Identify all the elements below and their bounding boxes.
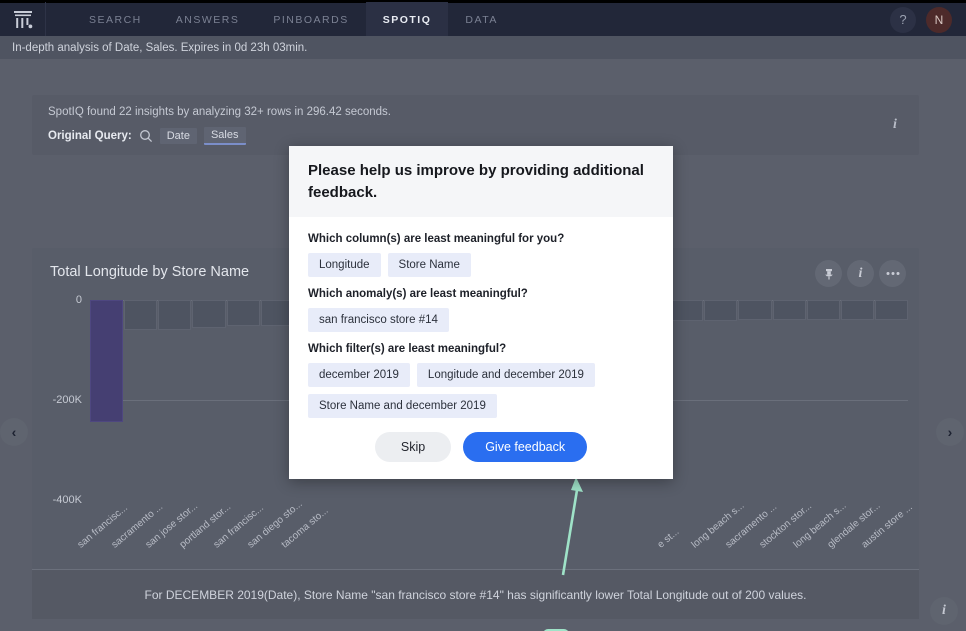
summary-stats-text: SpotIQ found 22 insights by analyzing 32… [48, 106, 903, 118]
feedback-modal-body: Which column(s) are least meaningful for… [289, 217, 673, 418]
option-longitude-and-december-2019[interactable]: Longitude and december 2019 [417, 363, 595, 387]
ellipsis-icon [885, 271, 901, 276]
bar[interactable] [192, 300, 225, 328]
more-options-button[interactable] [879, 260, 906, 287]
info-icon: i [859, 266, 863, 282]
question-columns-options: Longitude Store Name [308, 253, 654, 277]
skip-button[interactable]: Skip [375, 432, 451, 462]
tab-pinboards[interactable]: PINBOARDS [256, 2, 365, 38]
question-filters-label: Which filter(s) are least meaningful? [308, 343, 654, 355]
chart-action-buttons: i [815, 260, 906, 287]
bar[interactable] [158, 300, 191, 330]
bar-column[interactable] [227, 300, 260, 500]
x-axis-label-column [602, 506, 635, 564]
search-icon [139, 129, 153, 143]
bar-column[interactable] [704, 300, 737, 500]
bar[interactable] [738, 300, 771, 320]
ytick-label-400k: -400K [53, 494, 82, 506]
insight-description: For DECEMBER 2019(Date), Store Name "san… [32, 569, 919, 619]
bar[interactable] [704, 300, 737, 321]
help-icon[interactable]: ? [890, 7, 916, 33]
question-filters-options: december 2019 Longitude and december 201… [308, 363, 654, 418]
bar[interactable] [227, 300, 260, 326]
x-axis-label-column: tacoma sto... [295, 506, 328, 564]
bar[interactable] [841, 300, 874, 320]
ytick-label-0: 0 [76, 294, 82, 306]
carousel-prev-button[interactable]: ‹ [0, 418, 28, 446]
bar[interactable] [875, 300, 908, 320]
bar-column[interactable] [807, 300, 840, 500]
pin-icon [822, 267, 836, 281]
nav-tabs: SEARCH ANSWERS PINBOARDS SPOTIQ DATA [72, 2, 515, 38]
insight-description-text: For DECEMBER 2019(Date), Store Name "san… [145, 588, 807, 602]
x-axis-label-column [329, 506, 362, 564]
feedback-modal-footer: Skip Give feedback [289, 432, 673, 479]
bar-column[interactable] [738, 300, 771, 500]
bar-anomaly[interactable] [90, 300, 123, 422]
tab-data[interactable]: DATA [448, 2, 514, 38]
chart-title: Total Longitude by Store Name [50, 264, 249, 280]
carousel-next-button[interactable]: › [936, 418, 964, 446]
question-anomalies-options: san francisco store #14 [308, 308, 654, 332]
bar-column[interactable] [192, 300, 225, 500]
question-columns-label: Which column(s) are least meaningful for… [308, 233, 654, 245]
option-san-francisco-store-14[interactable]: san francisco store #14 [308, 308, 449, 332]
analysis-subheader-text: In-depth analysis of Date, Sales. Expire… [12, 42, 307, 54]
x-axis-label-column [431, 506, 464, 564]
bar[interactable] [807, 300, 840, 320]
tab-search[interactable]: SEARCH [72, 2, 159, 38]
bar-column[interactable] [158, 300, 191, 500]
x-axis-label-column [363, 506, 396, 564]
original-query-label: Original Query: [48, 130, 132, 142]
x-axis-label-column [568, 506, 601, 564]
chevron-right-icon: › [948, 424, 953, 440]
feedback-modal-header: Please help us improve by providing addi… [289, 146, 673, 217]
ytick-label-200k: -200K [53, 394, 82, 406]
chevron-left-icon: ‹ [12, 424, 17, 440]
bar-column[interactable] [670, 300, 703, 500]
thoughtspot-logo-icon [12, 9, 34, 31]
avatar[interactable]: N [926, 7, 952, 33]
analysis-subheader: In-depth analysis of Date, Sales. Expire… [0, 36, 966, 59]
x-axis-labels: san francisc...sacramento ...san jose st… [90, 506, 908, 564]
info-icon: i [942, 603, 946, 619]
bar-column[interactable] [90, 300, 123, 500]
nav-right-actions: ? N [890, 7, 966, 33]
query-chip-date[interactable]: Date [160, 128, 197, 144]
question-anomalies-label: Which anomaly(s) are least meaningful? [308, 288, 654, 300]
x-axis-label-column [534, 506, 567, 564]
app-logo[interactable] [0, 2, 46, 38]
top-navigation-bar: SEARCH ANSWERS PINBOARDS SPOTIQ DATA ? N [0, 0, 966, 36]
query-chip-sales[interactable]: Sales [204, 127, 246, 145]
x-axis-label-column [465, 506, 498, 564]
option-december-2019[interactable]: december 2019 [308, 363, 410, 387]
original-query-row: Original Query: Date Sales [48, 127, 903, 145]
page-info-button[interactable]: i [930, 597, 958, 625]
feedback-modal: Please help us improve by providing addi… [289, 146, 673, 479]
bar-column[interactable] [773, 300, 806, 500]
option-store-name-and-december-2019[interactable]: Store Name and december 2019 [308, 394, 497, 418]
x-axis-label-column [397, 506, 430, 564]
bar[interactable] [670, 300, 703, 321]
pin-button[interactable] [815, 260, 842, 287]
feedback-modal-title: Please help us improve by providing addi… [308, 160, 654, 204]
bar-column[interactable] [124, 300, 157, 500]
app-root: SEARCH ANSWERS PINBOARDS SPOTIQ DATA ? N… [0, 0, 966, 631]
info-button[interactable]: i [847, 260, 874, 287]
bar-column[interactable] [841, 300, 874, 500]
option-store-name[interactable]: Store Name [388, 253, 471, 277]
summary-info-icon[interactable]: i [881, 111, 909, 139]
tab-spotiq[interactable]: SPOTIQ [366, 2, 449, 38]
bar[interactable] [124, 300, 157, 330]
x-axis-label-column [500, 506, 533, 564]
bar[interactable] [773, 300, 806, 320]
bar-column[interactable] [875, 300, 908, 500]
x-axis-label-column: austin store ... [875, 506, 908, 564]
option-longitude[interactable]: Longitude [308, 253, 381, 277]
give-feedback-button[interactable]: Give feedback [463, 432, 587, 462]
tab-answers[interactable]: ANSWERS [159, 2, 257, 38]
